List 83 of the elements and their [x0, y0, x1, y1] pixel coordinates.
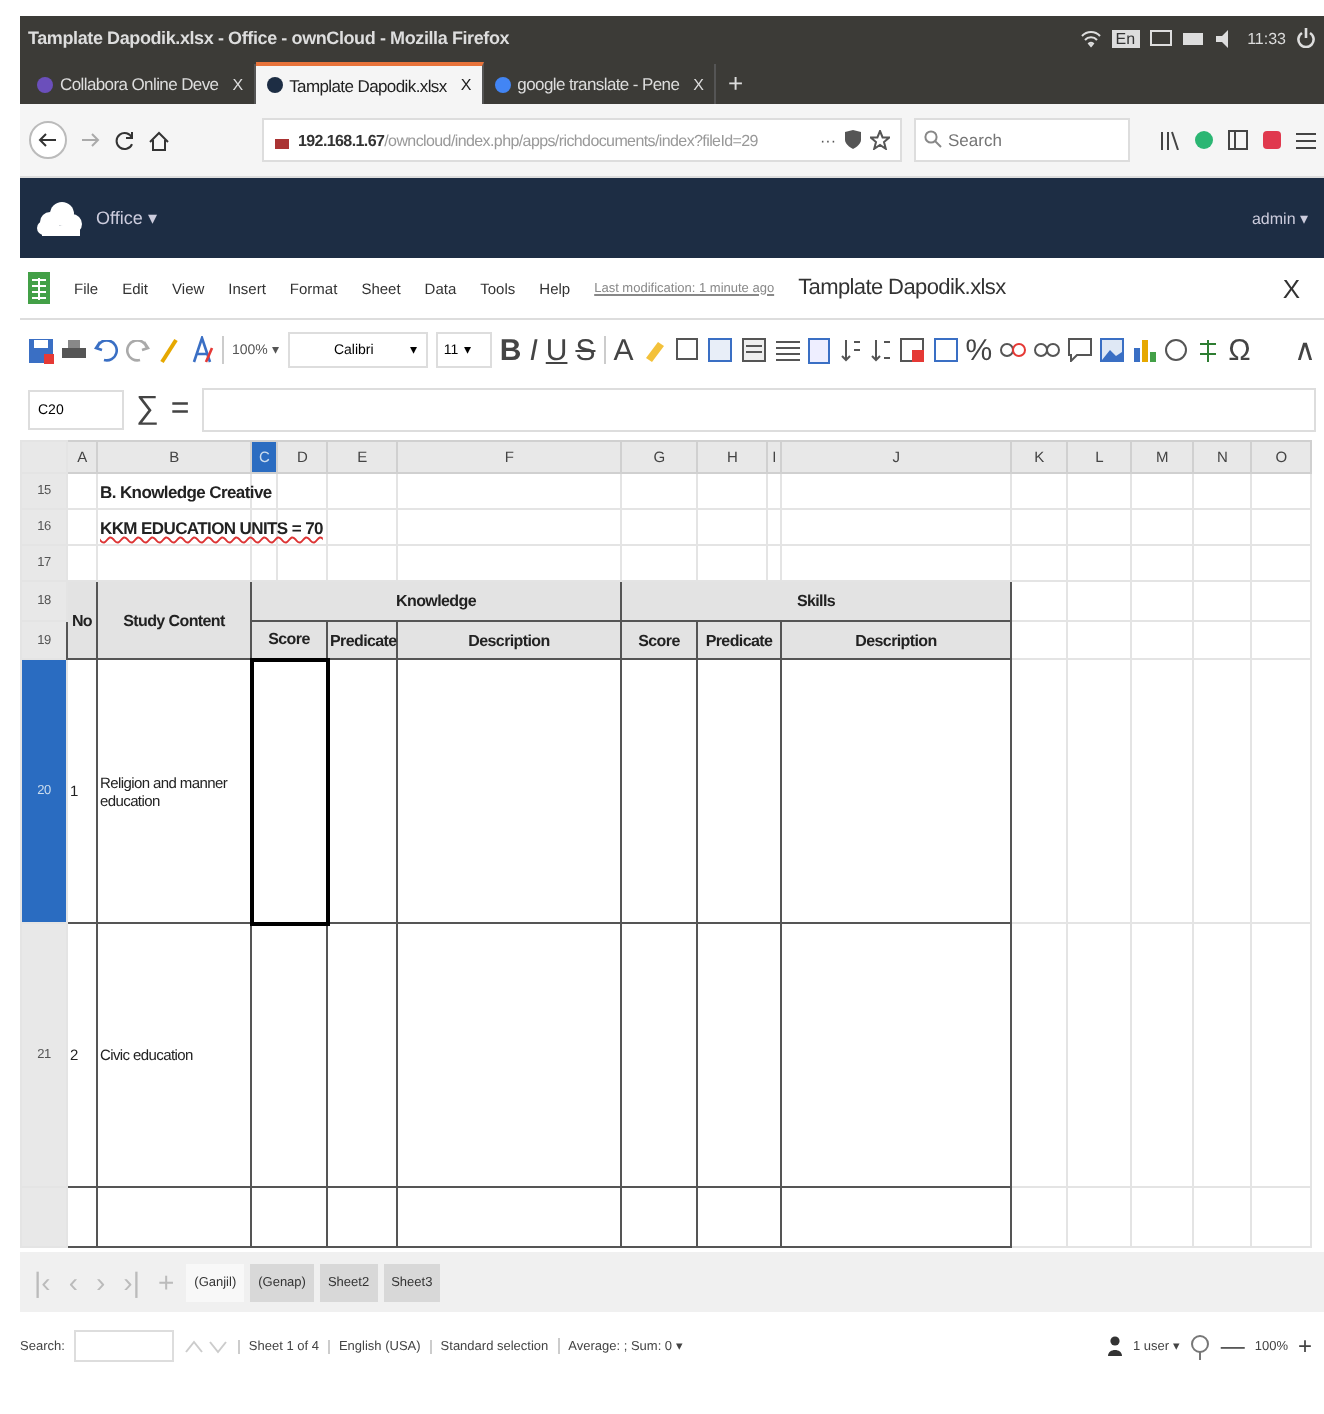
table-header: Study Content	[97, 581, 251, 659]
table-header: Description	[397, 621, 621, 659]
wrap-icon[interactable]	[707, 337, 734, 363]
print-icon[interactable]	[62, 339, 86, 361]
user-menu[interactable]: admin ▾	[1251, 209, 1308, 227]
omega-button[interactable]: Ω	[1228, 335, 1251, 365]
remove-decimal-icon[interactable]	[1034, 338, 1061, 362]
document-title[interactable]: Tamplate Dapodik.xlsx	[798, 276, 1006, 300]
font-color-button[interactable]: A	[613, 335, 634, 365]
undo-icon[interactable]	[94, 339, 118, 361]
tab-close[interactable]: X	[460, 76, 472, 94]
image-icon[interactable]	[1100, 338, 1125, 362]
search-field[interactable]: Search	[914, 118, 1130, 162]
table-header: No	[67, 581, 97, 659]
strikethrough-button[interactable]: S	[575, 335, 596, 365]
align-icon[interactable]	[775, 339, 800, 361]
user-icon	[1108, 1336, 1123, 1356]
tab-close[interactable]: X	[232, 75, 244, 93]
spreadsheet-icon	[28, 272, 50, 304]
url-text: 192.168.1.67/owncloud/index.php/apps/richdocuments/index?fileId=29	[298, 131, 760, 149]
sum-button[interactable]: ∑	[136, 392, 159, 428]
site-icon	[36, 75, 54, 93]
zoom-icon[interactable]	[1190, 1333, 1211, 1359]
home-icon[interactable]	[148, 129, 170, 151]
site-icon	[265, 76, 284, 94]
window-title: Tamplate Dapodik.xlsx - Office - ownCloud - Mozilla Firefox	[28, 28, 512, 48]
table-header: Predicate	[697, 621, 781, 659]
sidebar-icon[interactable]	[1228, 130, 1248, 150]
comment-icon[interactable]	[1068, 338, 1093, 362]
table-header: Score	[621, 621, 697, 659]
border-icon[interactable]	[675, 338, 700, 362]
power-icon[interactable]	[1296, 28, 1316, 48]
cloud-logo[interactable]	[36, 200, 84, 236]
clock[interactable]: 11:33	[1247, 29, 1286, 47]
table-header: Score	[251, 621, 327, 659]
site-icon	[493, 75, 512, 93]
formula-input[interactable]	[201, 388, 1316, 432]
table-header: Description	[781, 621, 1011, 659]
reload-icon[interactable]	[114, 129, 136, 151]
chart-icon[interactable]	[1132, 338, 1157, 362]
zoom-out-button[interactable]: —	[1220, 1332, 1245, 1360]
sort-descending-icon[interactable]	[869, 338, 892, 362]
star-icon[interactable]	[870, 130, 890, 150]
add-decimal-icon[interactable]	[1000, 338, 1027, 362]
cell-text: B. Knowledge Creative	[100, 481, 272, 501]
wifi-icon[interactable]	[1079, 29, 1102, 47]
new-tab-button[interactable]: +	[716, 68, 756, 104]
conditional-format-icon[interactable]	[899, 337, 926, 363]
tab-title: Collabora Online Deve	[60, 74, 219, 94]
shapes-icon[interactable]	[1164, 338, 1189, 362]
app-menu[interactable]: Office ▾	[96, 208, 158, 228]
back-icon[interactable]	[28, 120, 68, 160]
browser-tab[interactable]: Tamplate Dapodik.xlsx X	[255, 62, 484, 104]
page-actions-button[interactable]: ···	[820, 131, 836, 149]
menu-icon[interactable]	[1296, 131, 1316, 149]
keyboard-indicator[interactable]: En	[1111, 29, 1140, 47]
close-button[interactable]: X	[1282, 273, 1300, 303]
save-icon[interactable]	[28, 337, 54, 363]
table-header: Skills	[621, 581, 1011, 621]
cell-text: KKM EDUCATION UNITS = 70	[100, 517, 323, 537]
italic-button[interactable]: I	[529, 335, 538, 365]
sort-ascending-icon[interactable]	[839, 338, 862, 362]
bold-button[interactable]: B	[499, 335, 522, 365]
zoom-in-button[interactable]: +	[1297, 1332, 1312, 1360]
format-paint-icon[interactable]	[190, 336, 214, 364]
collapse-button[interactable]: ∧	[1294, 335, 1316, 365]
underline-button[interactable]: U	[545, 335, 568, 365]
pocket-icon[interactable]	[1262, 130, 1282, 150]
table-header: Knowledge	[251, 581, 621, 621]
sheet-search-field[interactable]	[74, 1330, 175, 1362]
tab-title: Tamplate Dapodik.xlsx	[289, 75, 447, 95]
shield-icon[interactable]	[844, 130, 862, 150]
number-format-icon[interactable]	[933, 338, 958, 362]
tab-close[interactable]: X	[693, 75, 705, 93]
vertical-align-icon[interactable]	[807, 337, 832, 363]
battery-icon[interactable]	[1181, 31, 1206, 45]
special-character-icon[interactable]	[1196, 337, 1221, 363]
formula-button[interactable]: =	[170, 392, 190, 428]
library-icon[interactable]	[1160, 130, 1180, 150]
tab-title: google translate - Pene	[517, 74, 680, 94]
merge-icon[interactable]	[741, 337, 768, 363]
address-bar[interactable]: 192.168.1.67/owncloud/index.php/apps/richdocuments/index?fileId=29 ···	[262, 118, 902, 162]
percent-button[interactable]: %	[965, 335, 993, 365]
